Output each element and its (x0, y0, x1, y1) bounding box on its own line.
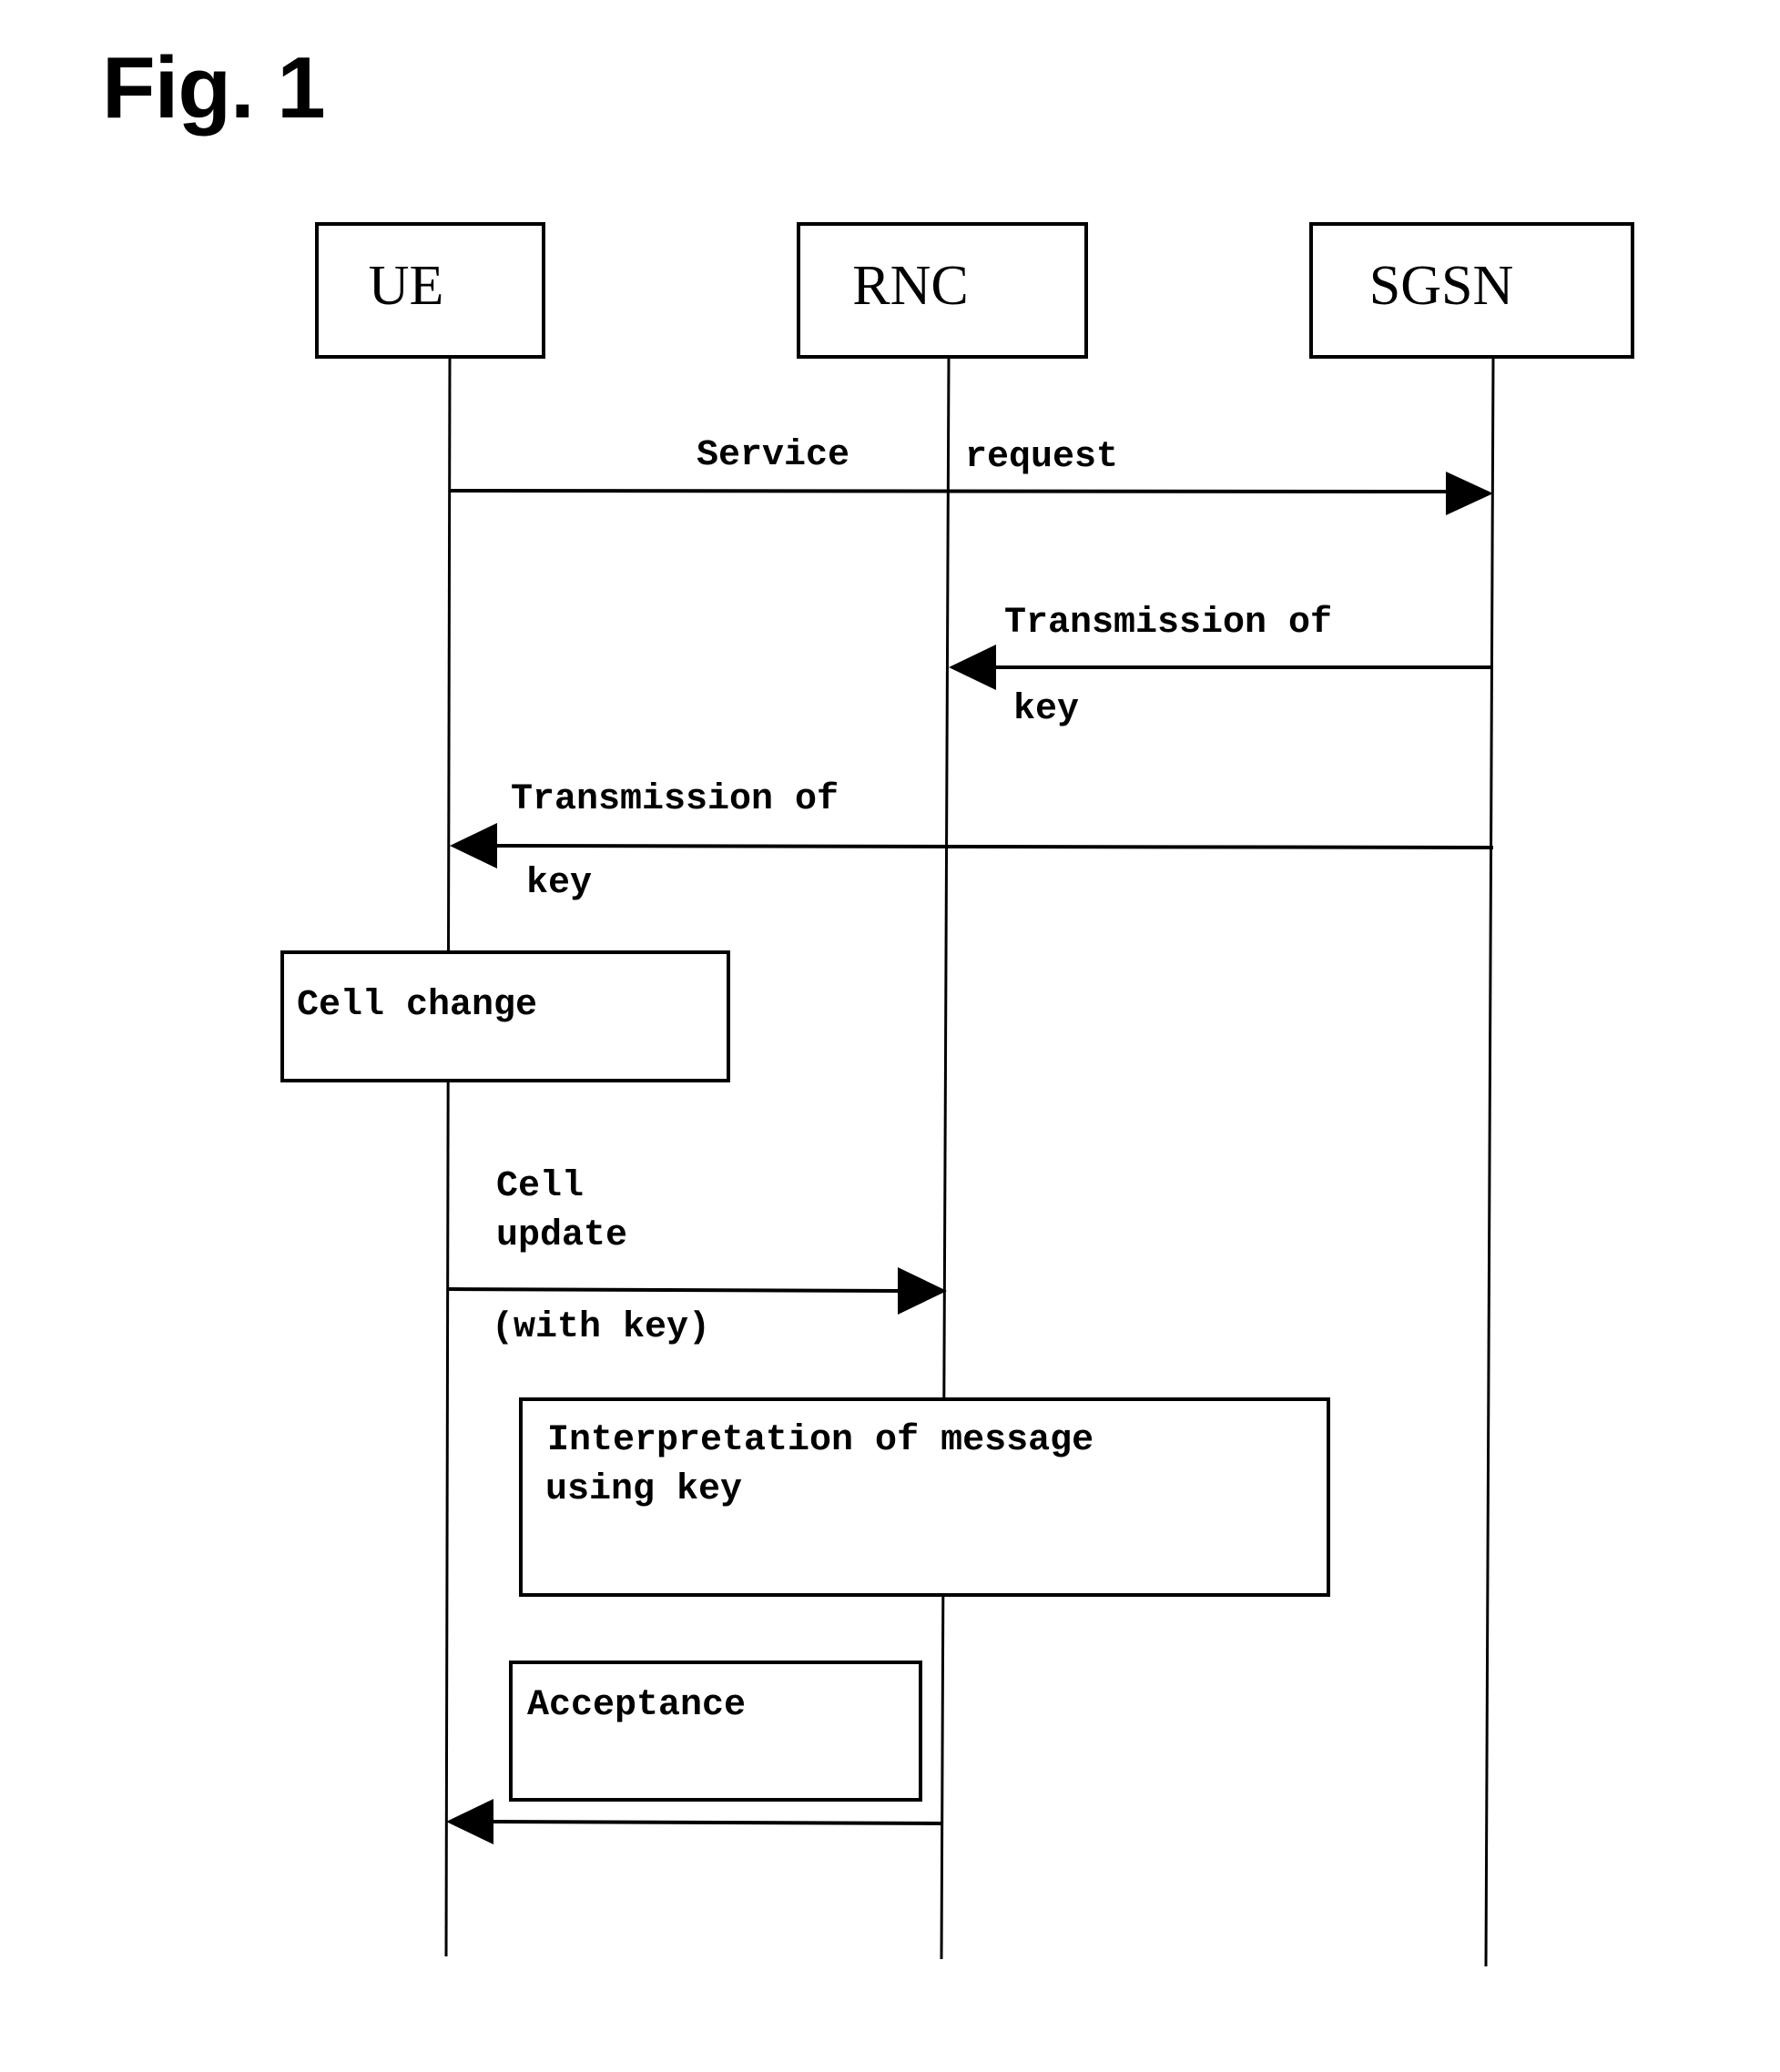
process-label-line-2: using key (545, 1469, 742, 1510)
arrowhead-right-icon (1446, 472, 1493, 515)
process-box-acceptance: Acceptance (509, 1661, 922, 1802)
arrow-line (449, 489, 1449, 493)
lifeline-sgsn (1484, 356, 1495, 1967)
actor-rnc: RNC (797, 222, 1088, 359)
arrowhead-left-icon (949, 645, 996, 690)
arrow-line (491, 1820, 942, 1825)
process-label: Acceptance (527, 1685, 746, 1726)
message-label-line-2: update (496, 1215, 627, 1256)
message-key-to-rnc: Transmission of key (949, 603, 1493, 730)
arrow-line (494, 844, 1494, 849)
message-acceptance-reply (446, 1799, 942, 1844)
message-service-request: Service request (449, 435, 1493, 515)
arrowhead-right-icon (898, 1267, 947, 1315)
process-label-line-1: Interpretation of message (547, 1420, 1093, 1461)
actor-ue: UE (315, 222, 545, 359)
process-box-cell-change: Cell change (280, 950, 730, 1082)
message-cell-update: Cell update (with key) (447, 1166, 947, 1348)
message-label-below: key (526, 863, 592, 904)
process-label: Cell change (297, 985, 537, 1026)
message-label-line-1: Cell (496, 1166, 584, 1207)
actor-label-ue: UE (369, 255, 444, 317)
lifeline-ue (444, 356, 452, 1957)
process-box-interpretation: Interpretation of message using key (519, 1397, 1330, 1597)
actor-label-rnc: RNC (852, 255, 968, 317)
process-box (509, 1661, 922, 1802)
actor-label-sgsn: SGSN (1369, 255, 1514, 317)
message-key-to-ue: Transmission of key (450, 779, 1494, 904)
message-label-below: (with key) (492, 1307, 710, 1348)
message-label-above: Transmission of (1004, 603, 1332, 644)
message-label-above: Transmission of (511, 779, 839, 820)
arrowhead-left-icon (446, 1799, 493, 1844)
arrow-line (447, 1287, 902, 1293)
message-label-service: Service (697, 435, 849, 476)
lifeline-rnc (940, 356, 951, 1960)
sequence-diagram: UE RNC SGSN Service request Transmission… (280, 222, 1634, 1967)
actor-sgsn: SGSN (1309, 222, 1634, 359)
message-label-request: request (965, 437, 1118, 478)
arrowhead-left-icon (450, 823, 497, 868)
message-label-below: key (1013, 689, 1079, 730)
